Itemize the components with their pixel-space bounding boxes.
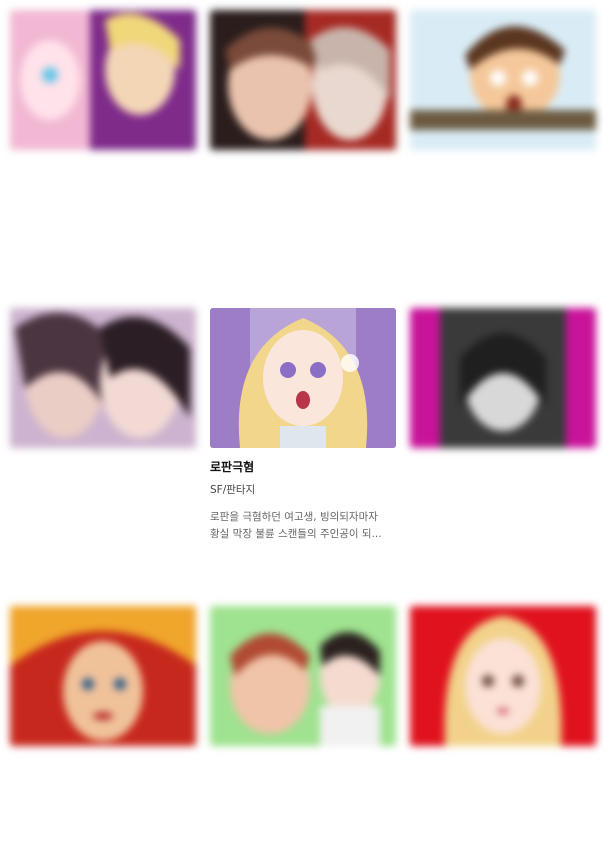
- webtoon-card[interactable]: [410, 606, 596, 758]
- webtoon-card[interactable]: [10, 606, 196, 758]
- webtoon-card[interactable]: [410, 10, 596, 162]
- card-genre: SF/판타지: [210, 484, 256, 496]
- thumbnail-art: [10, 606, 196, 746]
- webtoon-card[interactable]: [10, 10, 196, 162]
- webtoon-grid: 로판극혐 SF/판타지 로판을 극혐하던 여고생, 빙의되자마자 황실 막장 불…: [0, 0, 604, 857]
- webtoon-card[interactable]: 로판극혐 SF/판타지 로판을 극혐하던 여고생, 빙의되자마자 황실 막장 불…: [210, 308, 396, 543]
- thumbnail[interactable]: [410, 10, 596, 150]
- thumbnail-art: [410, 308, 596, 448]
- desc-line: 로판을 극혐하던 여고생, 빙의되자마자: [210, 511, 378, 523]
- thumbnail-art: [210, 10, 396, 150]
- webtoon-card[interactable]: [210, 10, 396, 162]
- thumbnail[interactable]: [410, 606, 596, 746]
- thumbnail[interactable]: [210, 308, 396, 448]
- webtoon-card[interactable]: [410, 308, 596, 460]
- thumbnail-art: [210, 308, 396, 448]
- card-title: 로판극혐: [210, 460, 255, 474]
- thumbnail[interactable]: [210, 10, 396, 150]
- card-description: 로판을 극혐하던 여고생, 빙의되자마자 황실 막장 불륜 스캔들의 주인공이 …: [210, 509, 396, 543]
- thumbnail-art: [410, 10, 596, 150]
- desc-line: 황실 막장 불륜 스캔들의 주인공이 되...: [210, 528, 382, 540]
- webtoon-card[interactable]: [10, 308, 196, 460]
- thumbnail-art: [210, 606, 396, 746]
- thumbnail-art: [10, 308, 196, 448]
- webtoon-card[interactable]: [210, 606, 396, 758]
- thumbnail[interactable]: [10, 10, 196, 150]
- thumbnail[interactable]: [410, 308, 596, 448]
- thumbnail[interactable]: [10, 308, 196, 448]
- thumbnail-art: [10, 10, 196, 150]
- thumbnail[interactable]: [210, 606, 396, 746]
- thumbnail-art: [410, 606, 596, 746]
- thumbnail[interactable]: [10, 606, 196, 746]
